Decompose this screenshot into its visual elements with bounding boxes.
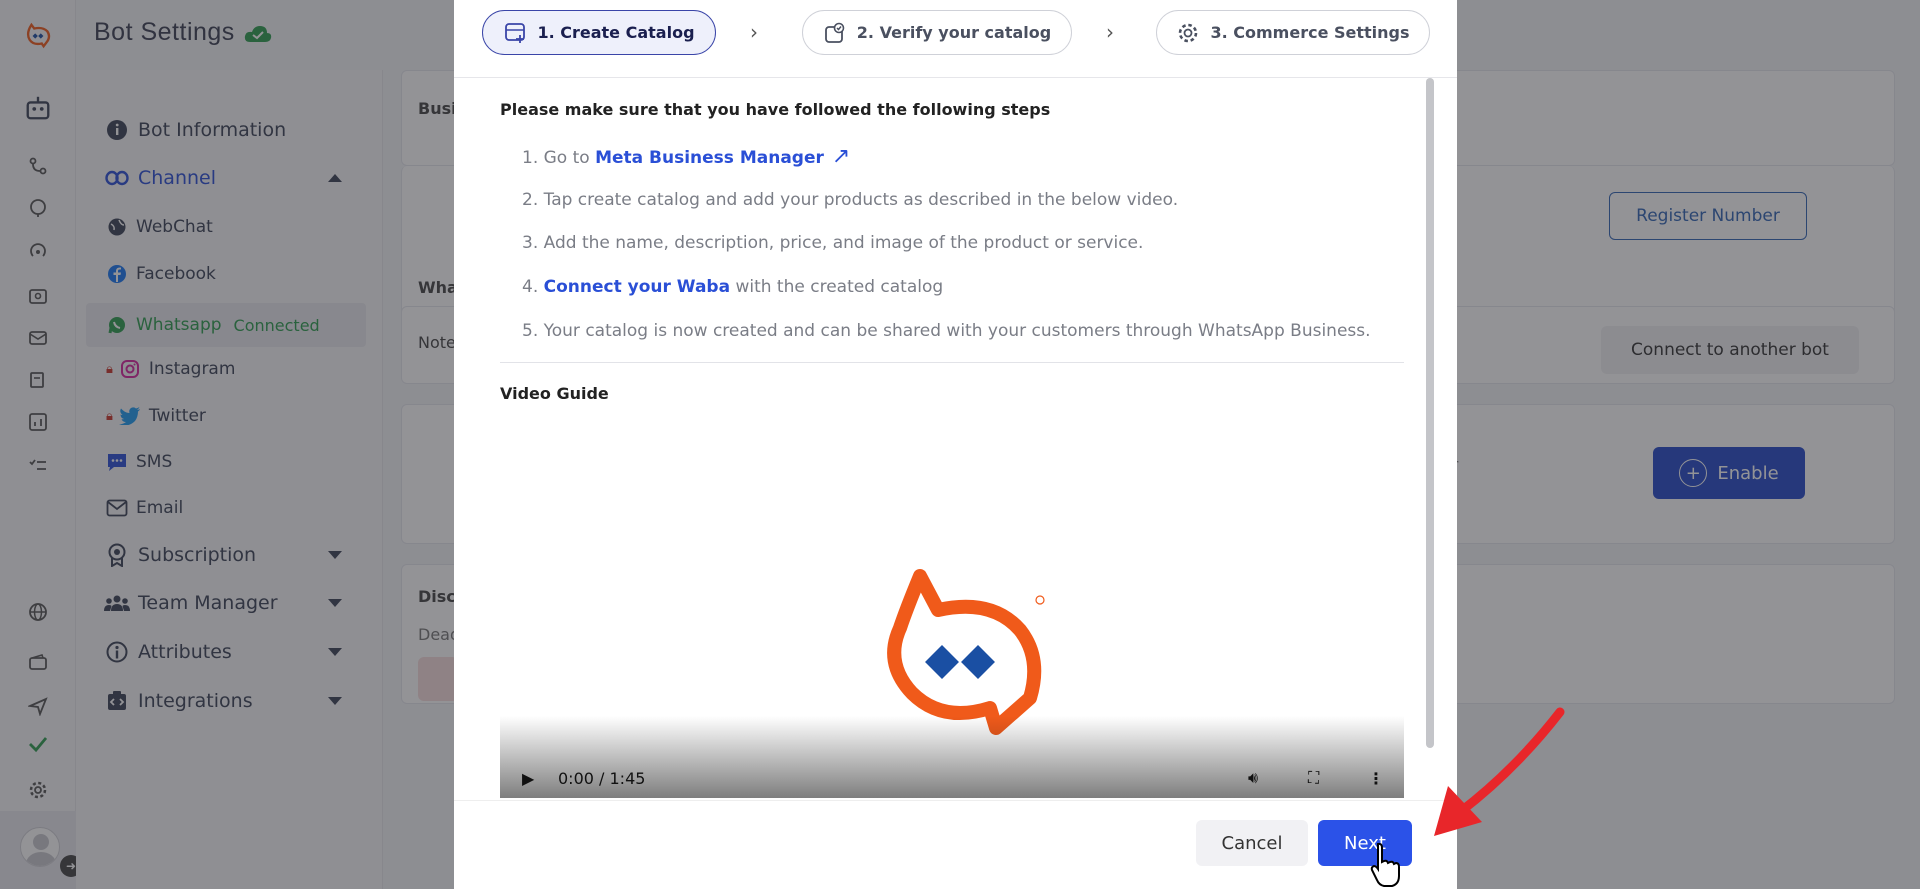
instruction-step-3: 3. Add the name, description, price, and… bbox=[522, 233, 1144, 253]
instruction-text: with the created catalog bbox=[730, 277, 944, 297]
annotation-arrow-icon bbox=[1434, 707, 1565, 836]
instruction-text: 4. bbox=[522, 277, 544, 297]
video-controls: ▶ 0:00 / 1:45 🔊︎ ⛶ ⋮ bbox=[500, 716, 1404, 798]
video-player[interactable]: ▶ 0:00 / 1:45 🔊︎ ⛶ ⋮ bbox=[500, 418, 1404, 798]
fullscreen-icon[interactable]: ⛶ bbox=[1308, 768, 1319, 788]
connect-waba-link[interactable]: Connect your Waba bbox=[544, 277, 730, 297]
verify-catalog-icon bbox=[823, 21, 847, 45]
step-label: 2. Verify your catalog bbox=[856, 23, 1052, 42]
catalog-icon bbox=[503, 21, 527, 45]
instruction-step-1: 1. Go to Meta Business Manager ↗ bbox=[522, 144, 850, 169]
video-time: 0:00 / 1:45 bbox=[558, 769, 646, 788]
cancel-button[interactable]: Cancel bbox=[1196, 820, 1308, 866]
scrollbar[interactable] bbox=[1426, 78, 1434, 748]
instructions-intro: Please make sure that you have followed … bbox=[500, 100, 1051, 119]
volume-icon[interactable]: 🔊︎ bbox=[1248, 768, 1258, 788]
chevron-right-icon: › bbox=[1106, 20, 1114, 44]
instruction-step-2: 2. Tap create catalog and add your produ… bbox=[522, 190, 1179, 210]
chevron-right-icon: › bbox=[750, 20, 758, 44]
step-verify-catalog[interactable]: 2. Verify your catalog bbox=[802, 10, 1072, 55]
hand-cursor-icon bbox=[1370, 842, 1400, 887]
step-commerce-settings[interactable]: 3. Commerce Settings bbox=[1156, 10, 1430, 55]
video-guide-title: Video Guide bbox=[500, 384, 609, 403]
divider bbox=[500, 362, 1404, 363]
modal-body: Please make sure that you have followed … bbox=[472, 78, 1438, 800]
step-create-catalog[interactable]: 1. Create Catalog bbox=[482, 10, 716, 55]
stepper: 1. Create Catalog › 2. Verify your catal… bbox=[454, 0, 1457, 78]
play-icon[interactable]: ▶ bbox=[522, 769, 534, 788]
instruction-step-5: 5. Your catalog is now created and can b… bbox=[522, 321, 1371, 341]
external-link-icon[interactable]: ↗ bbox=[832, 144, 850, 169]
settings-icon bbox=[1176, 21, 1200, 45]
create-catalog-modal: 1. Create Catalog › 2. Verify your catal… bbox=[454, 0, 1457, 889]
instruction-step-4: 4. Connect your Waba with the created ca… bbox=[522, 277, 943, 297]
modal-footer: Cancel Next bbox=[454, 800, 1457, 889]
more-options-icon[interactable]: ⋮ bbox=[1368, 769, 1384, 788]
step-label: 1. Create Catalog bbox=[537, 23, 695, 42]
meta-business-manager-link[interactable]: Meta Business Manager bbox=[595, 148, 824, 168]
step-label: 3. Commerce Settings bbox=[1210, 23, 1410, 42]
instruction-text: 1. Go to bbox=[522, 148, 596, 168]
